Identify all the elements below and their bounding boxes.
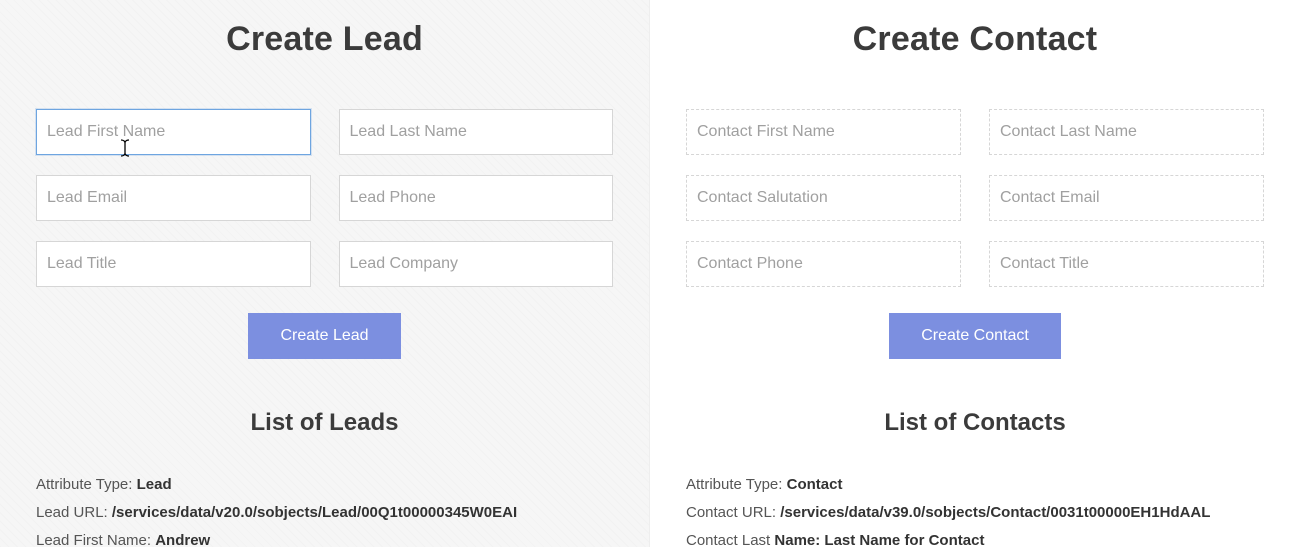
- lead-phone-input[interactable]: [339, 175, 614, 221]
- contact-url-row: Contact URL: /services/data/v39.0/sobjec…: [686, 499, 1264, 527]
- contact-list-heading: List of Contacts: [686, 409, 1264, 437]
- contact-lname-row: Contact Last Name: Last Name for Contact: [686, 527, 1264, 554]
- contact-email-input[interactable]: [989, 175, 1264, 221]
- lead-last-name-input[interactable]: [339, 109, 614, 155]
- contact-salutation-input[interactable]: [686, 175, 961, 221]
- contact-url-value: /services/data/v39.0/sobjects/Contact/00…: [780, 504, 1210, 521]
- create-lead-button[interactable]: Create Lead: [248, 313, 400, 359]
- contact-title-input[interactable]: [989, 241, 1264, 287]
- contact-attr-label: Attribute Type:: [686, 476, 787, 493]
- lead-heading: Create Lead: [36, 20, 613, 59]
- lead-attr-value: Lead: [137, 476, 172, 493]
- contact-button-row: Create Contact: [686, 313, 1264, 359]
- lead-email-input[interactable]: [36, 175, 311, 221]
- contact-lname-label: Contact Last: [686, 532, 774, 549]
- contact-details: Attribute Type: Contact Contact URL: /se…: [686, 471, 1264, 554]
- lead-panel: Create Lead Create Lead List of Leads At…: [0, 0, 650, 547]
- lead-button-row: Create Lead: [36, 313, 613, 359]
- lead-attr-row: Attribute Type: Lead: [36, 471, 613, 499]
- lead-fname-label: Lead First Name:: [36, 532, 155, 549]
- contact-phone-input[interactable]: [686, 241, 961, 287]
- create-contact-button[interactable]: Create Contact: [889, 313, 1061, 359]
- contact-last-name-input[interactable]: [989, 109, 1264, 155]
- lead-details: Attribute Type: Lead Lead URL: /services…: [36, 471, 613, 554]
- lead-attr-label: Attribute Type:: [36, 476, 137, 493]
- contact-lname-value: Name: Last Name for Contact: [774, 532, 984, 549]
- contact-first-name-input[interactable]: [686, 109, 961, 155]
- lead-list-heading: List of Leads: [36, 409, 613, 437]
- lead-form-grid: [36, 109, 613, 287]
- lead-url-label: Lead URL:: [36, 504, 112, 521]
- lead-title-input[interactable]: [36, 241, 311, 287]
- lead-first-name-input[interactable]: [36, 109, 311, 155]
- lead-company-input[interactable]: [339, 241, 614, 287]
- contact-heading: Create Contact: [686, 20, 1264, 59]
- contact-attr-value: Contact: [787, 476, 843, 493]
- lead-fname-value: Andrew: [155, 532, 210, 549]
- lead-fname-row: Lead First Name: Andrew: [36, 527, 613, 554]
- contact-url-label: Contact URL:: [686, 504, 780, 521]
- contact-form-grid: [686, 109, 1264, 287]
- contact-attr-row: Attribute Type: Contact: [686, 471, 1264, 499]
- lead-url-value: /services/data/v20.0/sobjects/Lead/00Q1t…: [112, 504, 517, 521]
- lead-url-row: Lead URL: /services/data/v20.0/sobjects/…: [36, 499, 613, 527]
- contact-panel: Create Contact Create Contact List of Co…: [650, 0, 1300, 547]
